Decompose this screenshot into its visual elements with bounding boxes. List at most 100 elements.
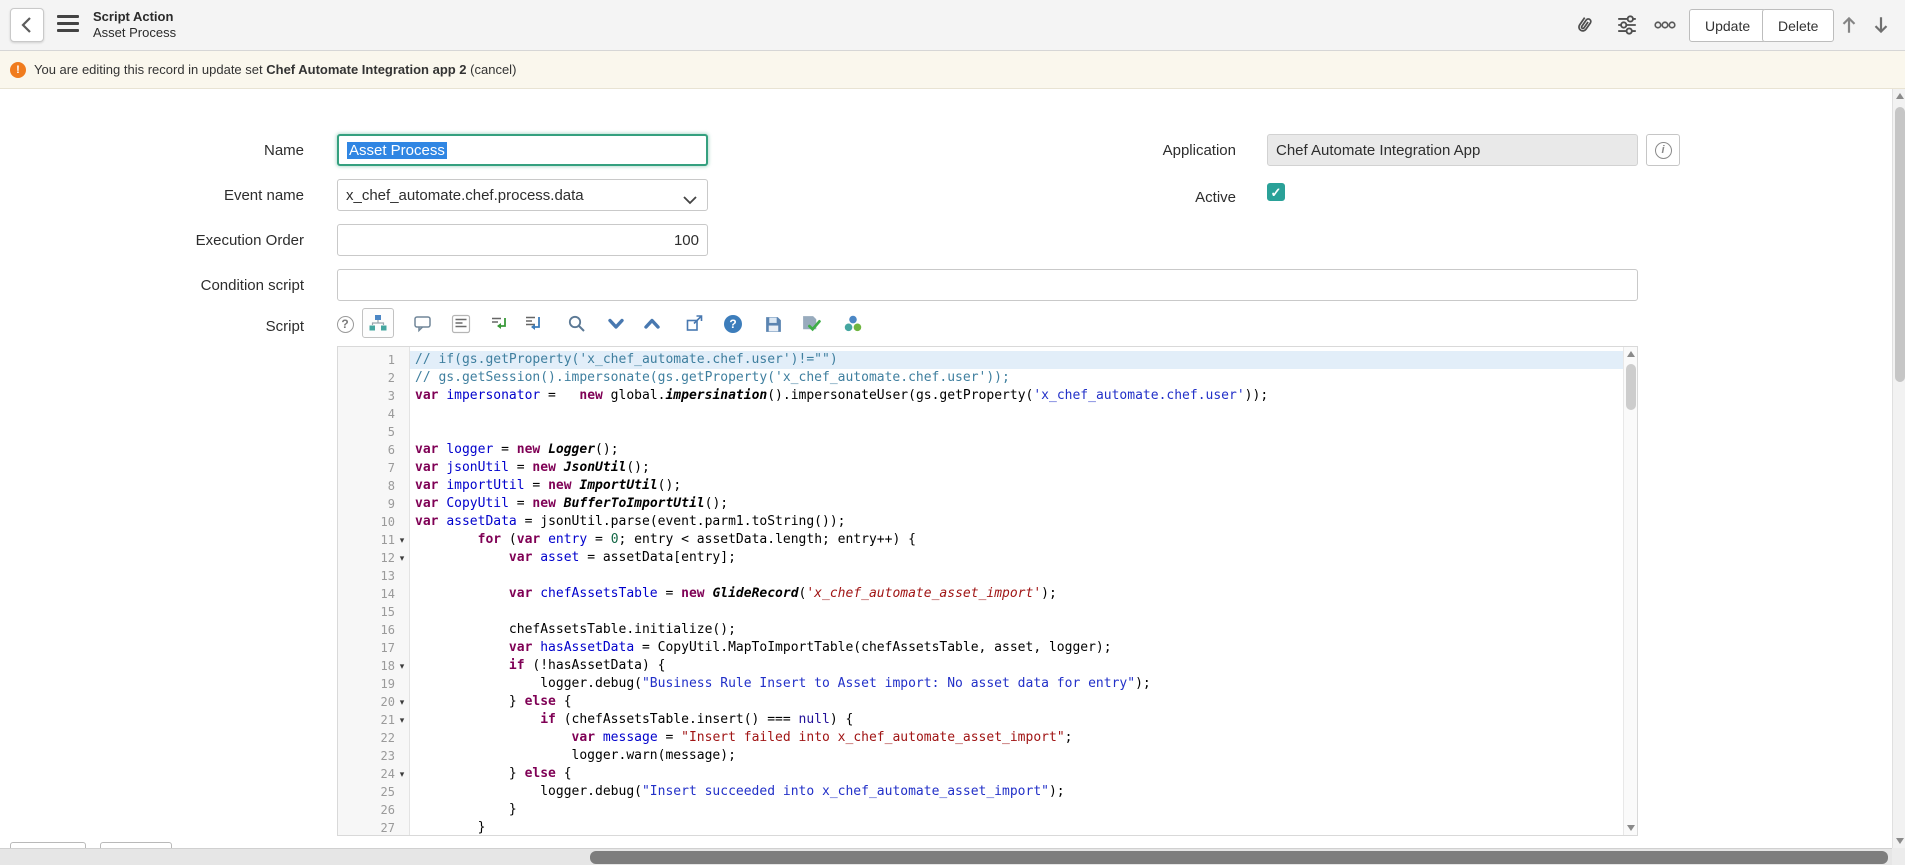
code-line[interactable]: logger.debug("Insert succeeded into x_ch… [410, 783, 1623, 801]
application-info-button[interactable]: i [1646, 134, 1680, 166]
code-fold-icon[interactable]: ▾ [395, 765, 409, 783]
code-fold-icon[interactable]: ▾ [395, 711, 409, 729]
script-editor[interactable]: 1234567891011▾12▾131415161718▾1920▾21▾22… [337, 346, 1638, 836]
code-line[interactable]: var importUtil = new ImportUtil(); [410, 477, 1623, 495]
name-input[interactable]: Asset Process [337, 134, 708, 166]
code-line[interactable]: var impersonator = new global.impersinat… [410, 387, 1623, 405]
code-line[interactable]: var jsonUtil = new JsonUtil(); [410, 459, 1623, 477]
code-line[interactable] [410, 405, 1623, 423]
page-scroll-down-button[interactable] [1893, 834, 1905, 848]
editor-scrollbar[interactable] [1623, 347, 1637, 835]
line-number: 19 [338, 677, 395, 691]
validate-check-icon [801, 314, 821, 334]
code-line[interactable]: var hasAssetData = CopyUtil.MapToImportT… [410, 639, 1623, 657]
code-line[interactable]: var CopyUtil = new BufferToImportUtil(); [410, 495, 1623, 513]
code-fold-icon[interactable]: ▾ [395, 693, 409, 711]
code-line[interactable]: var message = "Insert failed into x_chef… [410, 729, 1623, 747]
line-number: 2 [338, 371, 395, 385]
open-fullscreen-button[interactable] [682, 311, 708, 337]
page-scroll-up-button[interactable] [1893, 89, 1905, 103]
condition-script-label: Condition script [64, 277, 304, 294]
code-line[interactable]: var assetData = jsonUtil.parse(event.par… [410, 513, 1623, 531]
macros-button[interactable] [840, 311, 866, 337]
code-line[interactable]: logger.warn(message); [410, 747, 1623, 765]
code-line[interactable]: // gs.getSession().impersonate(gs.getPro… [410, 369, 1623, 387]
code-line[interactable]: for (var entry = 0; entry < assetData.le… [410, 531, 1623, 549]
line-number: 20 [338, 695, 395, 709]
back-button[interactable] [10, 8, 44, 42]
validate-script-button[interactable] [798, 311, 824, 337]
line-number: 21 [338, 713, 395, 727]
replace-button[interactable] [486, 311, 512, 337]
next-record-button[interactable] [1868, 12, 1894, 38]
gutter-row: 20▾ [338, 693, 409, 711]
line-number: 1 [338, 353, 395, 367]
line-number: 22 [338, 731, 395, 745]
more-options-button[interactable] [1652, 12, 1678, 38]
syntax-editor-toggle-button[interactable] [362, 308, 394, 338]
page-horizontal-scrollbar-thumb[interactable] [590, 851, 1888, 864]
toggle-comment-button[interactable] [410, 311, 436, 337]
gutter-row: 13 [338, 567, 409, 585]
code-line[interactable]: } else { [410, 693, 1623, 711]
editor-scroll-up-button[interactable] [1624, 347, 1637, 361]
gutter-row: 17 [338, 639, 409, 657]
update-button[interactable]: Update [1689, 9, 1766, 42]
checkmark-icon: ✓ [1271, 185, 1282, 200]
active-checkbox[interactable]: ✓ [1267, 183, 1285, 201]
save-script-button[interactable] [760, 311, 786, 337]
find-previous-button[interactable] [639, 311, 665, 337]
editor-scrollbar-thumb[interactable] [1626, 364, 1636, 410]
page-horizontal-scrollbar[interactable] [0, 848, 1905, 865]
personalize-form-button[interactable] [1614, 12, 1640, 38]
code-line[interactable]: } [410, 819, 1623, 835]
event-name-value: x_chef_automate.chef.process.data [346, 187, 584, 204]
page-vertical-scrollbar-thumb[interactable] [1895, 107, 1905, 382]
execution-order-input[interactable]: 100 [337, 224, 708, 256]
form-context-menu-button[interactable] [57, 15, 81, 35]
attachments-button[interactable] [1572, 12, 1598, 38]
line-number: 17 [338, 641, 395, 655]
replace-all-button[interactable] [520, 311, 546, 337]
code-line[interactable] [410, 567, 1623, 585]
code-line[interactable] [410, 423, 1623, 441]
code-line[interactable]: } else { [410, 765, 1623, 783]
field-help-button[interactable]: ? [332, 311, 358, 337]
code-line[interactable]: if (!hasAssetData) { [410, 657, 1623, 675]
code-line[interactable]: } [410, 801, 1623, 819]
execution-order-value: 100 [674, 232, 699, 249]
code-line[interactable]: // if(gs.getProperty('x_chef_automate.ch… [410, 351, 1623, 369]
code-fold-icon[interactable]: ▾ [395, 657, 409, 675]
cancel-update-set-link[interactable]: (cancel) [467, 62, 517, 77]
gutter-row: 27 [338, 819, 409, 837]
code-fold-icon[interactable]: ▾ [395, 549, 409, 567]
arrow-down-icon [1870, 14, 1892, 36]
page-vertical-scrollbar[interactable] [1892, 89, 1905, 848]
code-line[interactable]: var asset = assetData[entry]; [410, 549, 1623, 567]
editor-code-area[interactable]: // if(gs.getProperty('x_chef_automate.ch… [410, 347, 1623, 835]
search-button[interactable] [564, 311, 590, 337]
condition-script-input[interactable] [337, 269, 1638, 301]
code-line[interactable]: var logger = new Logger(); [410, 441, 1623, 459]
editor-scroll-down-button[interactable] [1624, 821, 1637, 835]
format-code-button[interactable] [448, 311, 474, 337]
previous-record-button[interactable] [1836, 12, 1862, 38]
gutter-row: 3 [338, 387, 409, 405]
delete-button[interactable]: Delete [1762, 9, 1834, 42]
code-line[interactable]: if (chefAssetsTable.insert() === null) { [410, 711, 1623, 729]
code-line[interactable]: logger.debug("Business Rule Insert to As… [410, 675, 1623, 693]
gutter-row: 22 [338, 729, 409, 747]
macros-icon [843, 314, 863, 334]
code-line[interactable]: chefAssetsTable.initialize(); [410, 621, 1623, 639]
page-subtitle: Asset Process [93, 25, 176, 41]
code-line[interactable] [410, 603, 1623, 621]
code-line[interactable]: var chefAssetsTable = new GlideRecord('x… [410, 585, 1623, 603]
update-set-name: Chef Automate Integration app 2 [266, 62, 466, 77]
line-number: 15 [338, 605, 395, 619]
scripting-help-button[interactable]: ? [720, 311, 746, 337]
event-name-select[interactable]: x_chef_automate.chef.process.data [337, 179, 708, 211]
gutter-row: 26 [338, 801, 409, 819]
name-value-selected: Asset Process [347, 142, 447, 159]
find-next-button[interactable] [603, 311, 629, 337]
code-fold-icon[interactable]: ▾ [395, 531, 409, 549]
